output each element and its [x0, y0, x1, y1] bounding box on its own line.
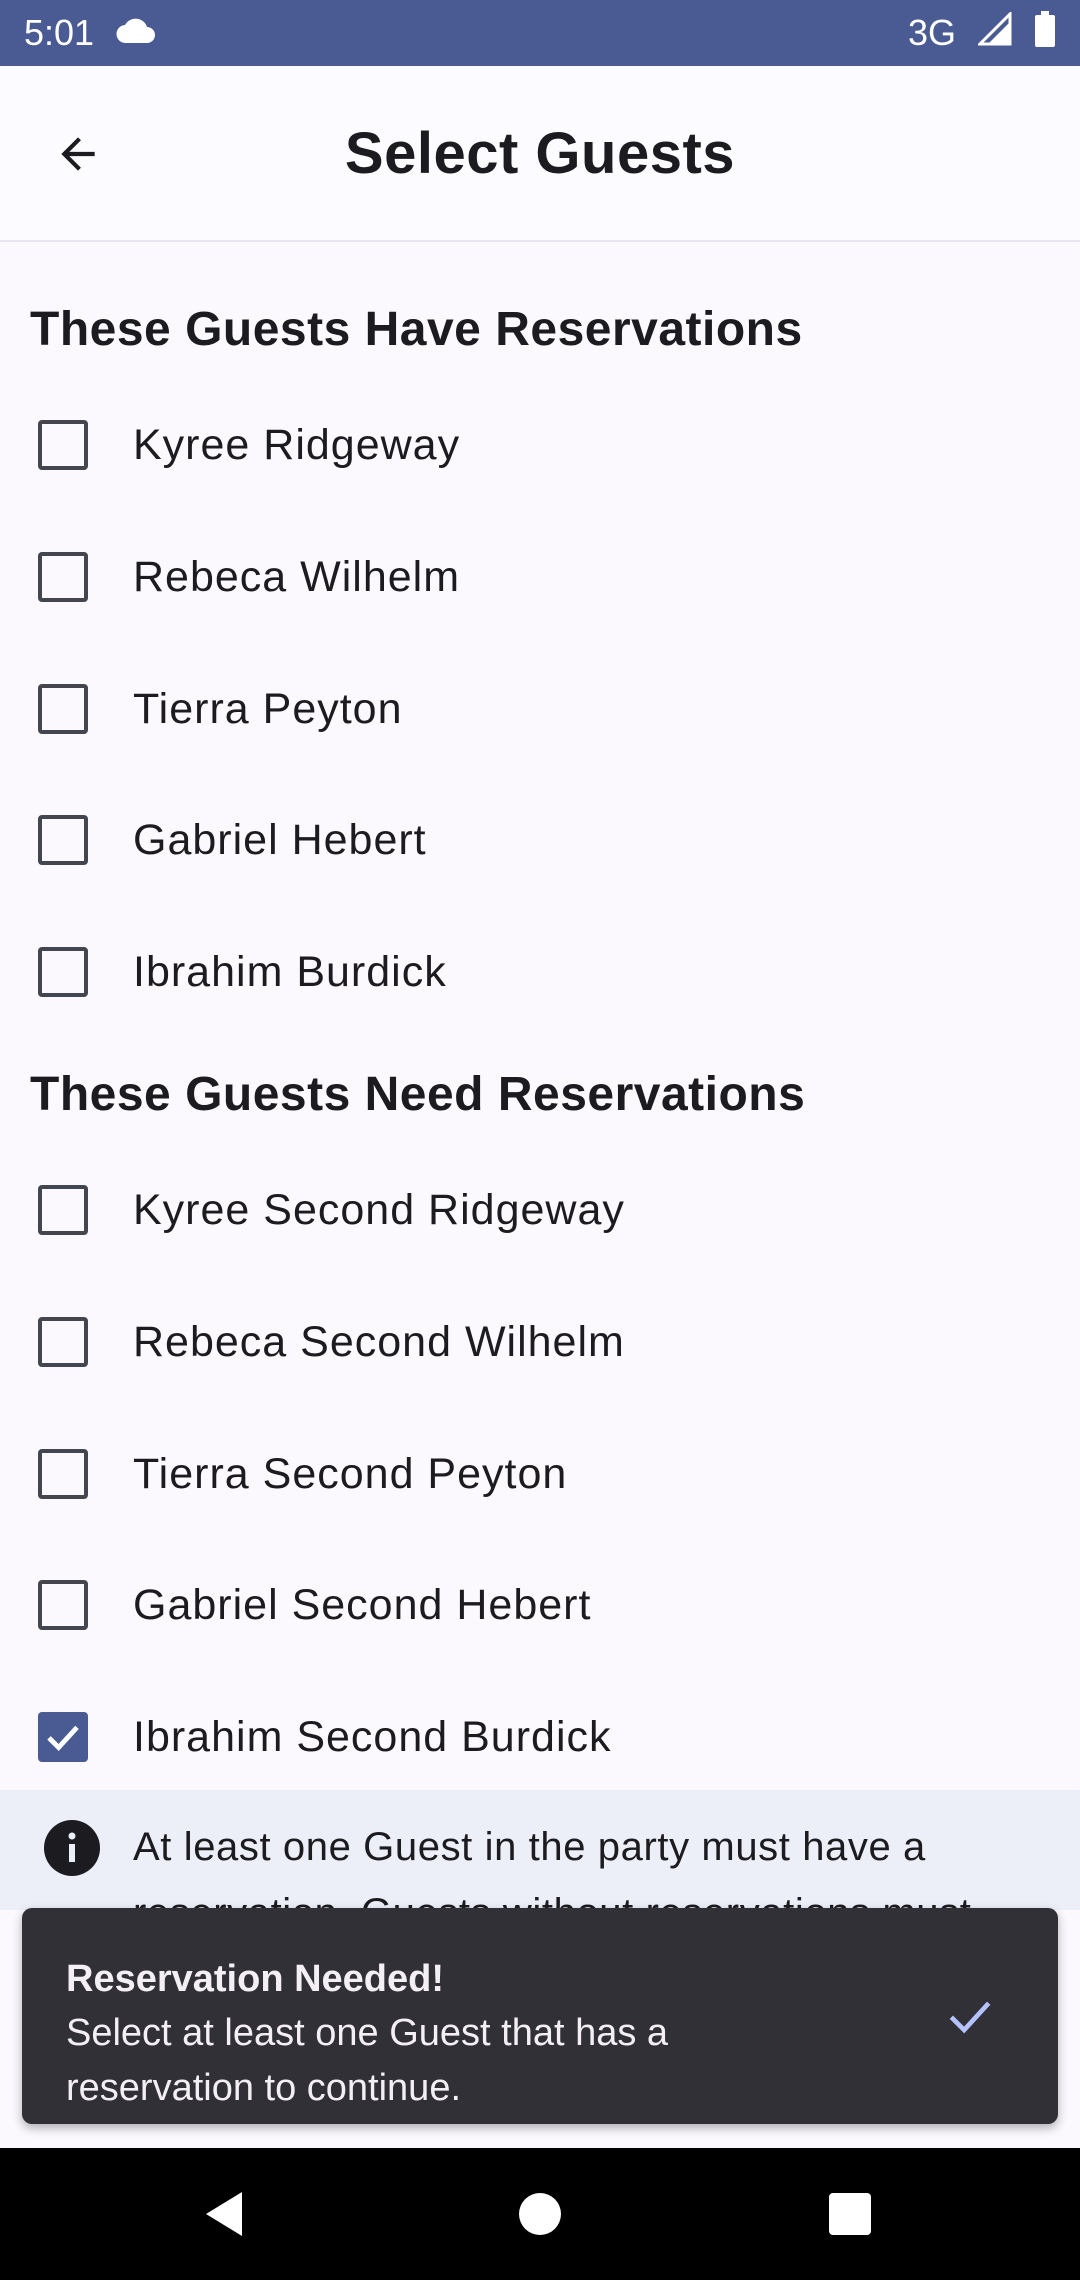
- guest-name: Gabriel Hebert: [133, 815, 427, 864]
- section-header-have-reservations: These Guests Have Reservations: [30, 303, 803, 356]
- status-bar: 5:01 3G: [0, 0, 1080, 66]
- guest-row[interactable]: Rebeca Second Wilhelm: [0, 1276, 1080, 1408]
- guest-name: Gabriel Second Hebert: [133, 1580, 592, 1629]
- check-icon: [949, 2001, 991, 2034]
- guest-name: Ibrahim Second Burdick: [133, 1712, 612, 1761]
- guest-checkbox[interactable]: [38, 1317, 88, 1367]
- guest-checkbox[interactable]: [38, 420, 88, 470]
- page-title: Select Guests: [344, 121, 736, 186]
- guest-row[interactable]: Gabriel Hebert: [0, 774, 1080, 906]
- guest-row[interactable]: Kyree Ridgeway: [0, 379, 1080, 511]
- nav-back-icon: [206, 2192, 242, 2236]
- guest-name: Ibrahim Burdick: [133, 947, 447, 996]
- network-type: 3G: [907, 12, 956, 53]
- nav-recents-button[interactable]: [820, 2184, 880, 2244]
- guest-row[interactable]: Ibrahim Burdick: [0, 906, 1080, 1038]
- snackbar: Reservation Needed! Select at least one …: [22, 1908, 1058, 2124]
- cloud-icon: [116, 12, 156, 54]
- guest-checkbox[interactable]: [38, 552, 88, 602]
- guest-name: Tierra Second Peyton: [133, 1449, 568, 1498]
- signal-icon: [976, 9, 1012, 55]
- guest-row[interactable]: Kyree Second Ridgeway: [0, 1144, 1080, 1276]
- snackbar-dismiss-button[interactable]: [932, 1978, 1008, 2054]
- guest-checkbox[interactable]: [38, 1580, 88, 1630]
- info-banner: At least one Guest in the party must hav…: [0, 1790, 1080, 1910]
- guest-name: Rebeca Second Wilhelm: [133, 1317, 625, 1366]
- guest-name: Rebeca Wilhelm: [133, 552, 461, 601]
- nav-home-icon: [519, 2193, 561, 2235]
- guest-name: Tierra Peyton: [133, 684, 403, 733]
- guest-checkbox[interactable]: [38, 1185, 88, 1235]
- system-nav-bar: [0, 2148, 1080, 2280]
- nav-recents-icon: [829, 2193, 871, 2235]
- guest-checkbox-checked[interactable]: [38, 1712, 88, 1762]
- snackbar-title: Reservation Needed!: [66, 1958, 445, 2000]
- guest-name: Kyree Second Ridgeway: [133, 1185, 625, 1234]
- guest-checkbox[interactable]: [38, 815, 88, 865]
- check-icon: [47, 1725, 79, 1752]
- info-icon: [44, 1820, 100, 1876]
- info-text: At least one Guest in the party must hav…: [133, 1825, 971, 1910]
- guest-checkbox[interactable]: [38, 947, 88, 997]
- status-time: 5:01: [24, 12, 95, 53]
- guest-row[interactable]: Tierra Peyton: [0, 643, 1080, 775]
- guest-checkbox[interactable]: [38, 1449, 88, 1499]
- snackbar-message: Select at least one Guest that has a res…: [66, 2012, 669, 2109]
- app-bar: Select Guests: [0, 66, 1080, 242]
- section-header-need-reservations: These Guests Need Reservations: [30, 1068, 806, 1121]
- battery-icon: [1034, 10, 1056, 56]
- guest-name: Kyree Ridgeway: [133, 420, 461, 469]
- guest-row[interactable]: Tierra Second Peyton: [0, 1408, 1080, 1540]
- nav-back-button[interactable]: [196, 2184, 256, 2244]
- guest-checkbox[interactable]: [38, 684, 88, 734]
- guest-row[interactable]: Gabriel Second Hebert: [0, 1539, 1080, 1671]
- nav-home-button[interactable]: [510, 2184, 570, 2244]
- guest-row[interactable]: Ibrahim Second Burdick: [0, 1671, 1080, 1803]
- guest-row[interactable]: Rebeca Wilhelm: [0, 511, 1080, 643]
